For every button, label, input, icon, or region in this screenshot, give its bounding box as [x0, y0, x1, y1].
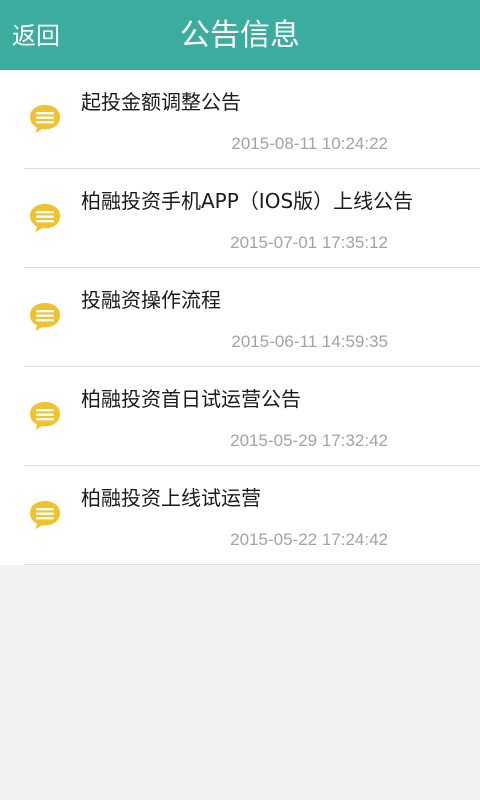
page-title: 公告信息	[180, 18, 300, 53]
list-item[interactable]: 柏融投资首日试运营公告 2015-05-29 17:32:42	[0, 367, 480, 466]
message-bubble-icon	[30, 105, 60, 133]
notice-time: 2015-05-22 17:24:42	[230, 530, 388, 549]
notice-title: 柏融投资上线试运营	[81, 486, 261, 510]
header-bar: 返回 公告信息	[0, 0, 480, 70]
notice-title: 起投金额调整公告	[81, 90, 241, 114]
message-bubble-icon	[30, 303, 60, 331]
notice-time: 2015-06-11 14:59:35	[231, 332, 388, 351]
message-bubble-icon	[30, 204, 60, 232]
notice-time: 2015-08-11 10:24:22	[231, 134, 388, 153]
list-item[interactable]: 柏融投资上线试运营 2015-05-22 17:24:42	[0, 466, 480, 565]
notice-time: 2015-05-29 17:32:42	[230, 431, 388, 450]
notice-title: 投融资操作流程	[81, 288, 221, 312]
notice-list: 起投金额调整公告 2015-08-11 10:24:22 柏融投资手机APP（I…	[0, 70, 480, 565]
message-bubble-icon	[30, 402, 60, 430]
notice-title: 柏融投资首日试运营公告	[81, 387, 301, 411]
message-bubble-icon	[30, 501, 60, 529]
list-item[interactable]: 投融资操作流程 2015-06-11 14:59:35	[0, 268, 480, 367]
divider	[24, 564, 480, 565]
notice-time: 2015-07-01 17:35:12	[230, 233, 388, 252]
notice-title: 柏融投资手机APP（IOS版）上线公告	[81, 189, 414, 213]
list-item[interactable]: 起投金额调整公告 2015-08-11 10:24:22	[0, 70, 480, 169]
list-item[interactable]: 柏融投资手机APP（IOS版）上线公告 2015-07-01 17:35:12	[0, 169, 480, 268]
